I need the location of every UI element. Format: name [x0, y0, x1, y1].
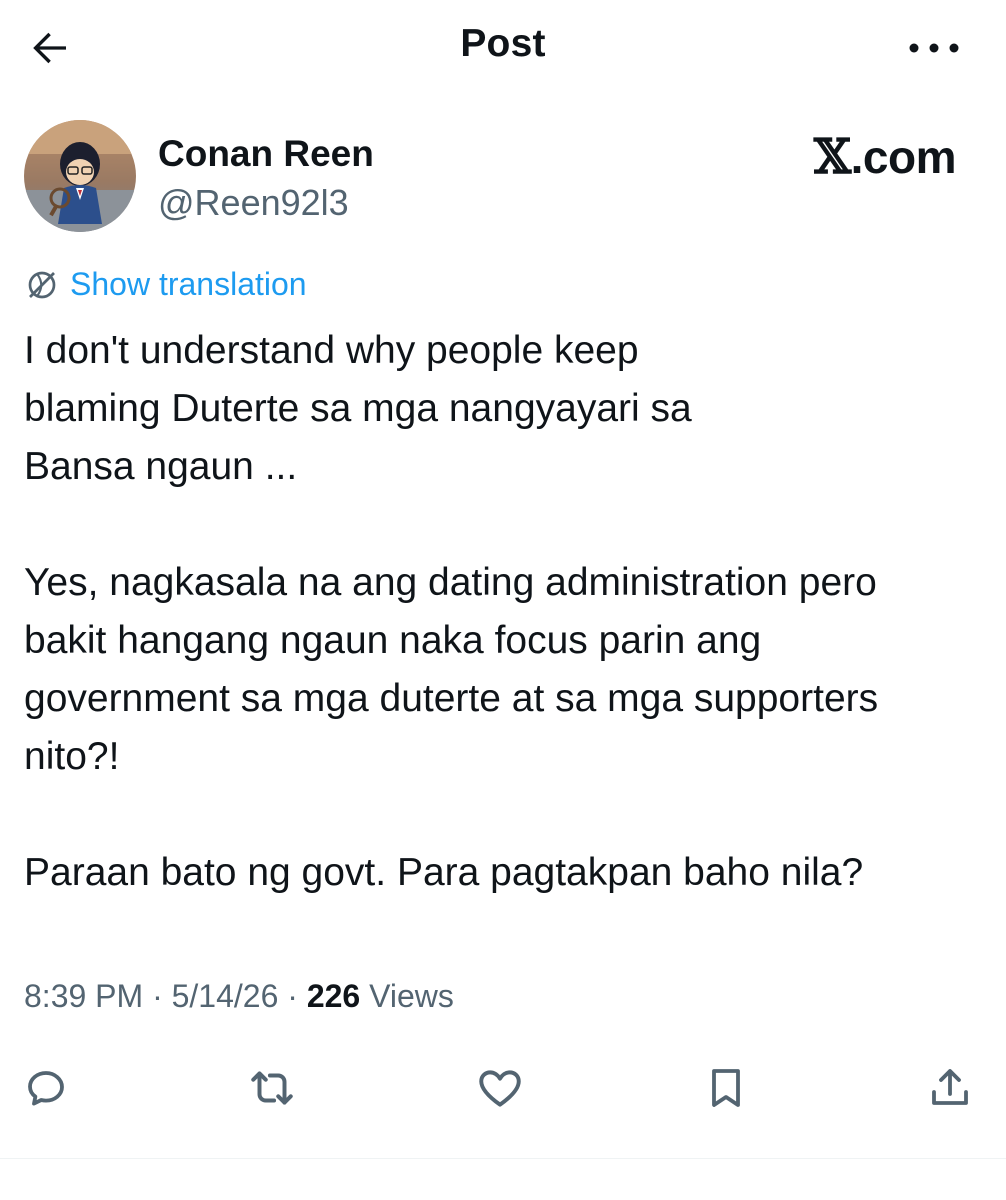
globe-icon — [28, 271, 56, 298]
views-count[interactable]: 226 — [307, 978, 360, 1014]
meta-separator: · — [287, 978, 298, 1014]
share-button[interactable] — [920, 1058, 980, 1118]
avatar-image — [24, 120, 136, 232]
reply-button[interactable] — [16, 1058, 76, 1118]
post-time[interactable]: 8:39 PM — [24, 978, 143, 1014]
divider — [0, 1158, 1006, 1159]
like-button[interactable] — [470, 1058, 530, 1118]
post-date[interactable]: 5/14/26 — [172, 978, 279, 1014]
action-bar — [0, 1046, 1006, 1130]
author-handle[interactable]: @Reen92l3 — [158, 182, 349, 224]
show-translation-label: Show translation — [70, 266, 307, 302]
post-paragraph: Paraan bato ng govt. Para pagtakpan baho… — [24, 851, 864, 894]
top-bar: Post — [0, 0, 1006, 96]
bookmark-icon — [712, 1069, 740, 1107]
repost-icon — [251, 1071, 293, 1105]
post-text: I don't understand why people keep blami… — [24, 322, 984, 902]
reply-icon — [28, 1071, 64, 1106]
views-label[interactable]: Views — [369, 978, 454, 1014]
meta-separator: · — [152, 978, 163, 1014]
heart-icon — [479, 1070, 521, 1107]
page-title: Post — [460, 22, 546, 65]
post-paragraph: Yes, nagkasala na ang dating administrat… — [24, 561, 879, 778]
share-icon — [932, 1069, 968, 1105]
site-logo: 𝕏 .com — [813, 129, 957, 185]
repost-button[interactable] — [242, 1058, 302, 1118]
author-name[interactable]: Conan Reen — [158, 133, 374, 175]
site-logo-text: .com — [850, 131, 957, 183]
avatar[interactable] — [24, 120, 136, 232]
more-options-button[interactable] — [902, 24, 966, 72]
more-horizontal-icon — [909, 43, 959, 53]
x-logo-icon: 𝕏 — [813, 129, 851, 185]
bookmark-button[interactable] — [696, 1058, 756, 1118]
show-translation-link[interactable]: Show translation — [24, 266, 307, 303]
post-paragraph: I don't understand why people keep blami… — [24, 329, 692, 488]
post-meta: 8:39 PM · 5/14/26 · 226 Views — [24, 978, 454, 1015]
